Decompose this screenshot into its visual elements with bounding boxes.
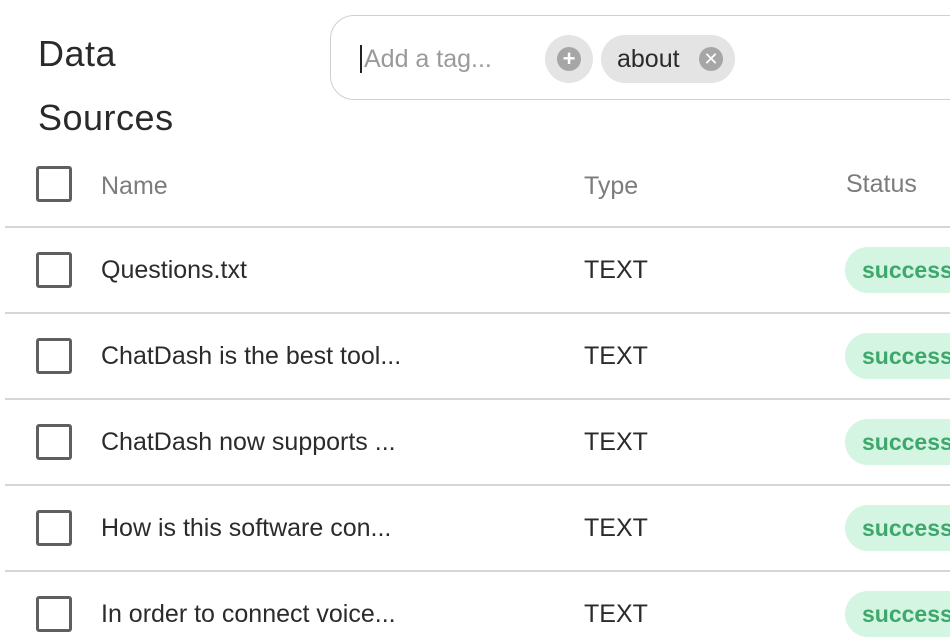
status-badge: success: [845, 247, 950, 293]
select-all-checkbox[interactable]: [36, 166, 72, 202]
page-title-line-1: Data: [38, 33, 117, 74]
table-row[interactable]: How is this software con... TEXT success: [0, 485, 950, 571]
cell-type: TEXT: [584, 256, 648, 284]
row-checkbox[interactable]: [36, 338, 72, 374]
cell-name[interactable]: How is this software con...: [101, 513, 391, 543]
table-row[interactable]: In order to connect voice... TEXT succes…: [0, 571, 950, 637]
close-circle-icon[interactable]: ✕: [699, 47, 723, 71]
status-badge: success: [845, 333, 950, 379]
cell-type: TEXT: [584, 600, 648, 628]
tag-input[interactable]: [364, 42, 534, 76]
tag-input-box[interactable]: + about ✕: [330, 15, 950, 100]
column-header-type[interactable]: Type: [584, 171, 638, 201]
add-tag-button[interactable]: +: [545, 35, 593, 83]
tag-chip: about ✕: [601, 35, 735, 83]
row-checkbox[interactable]: [36, 596, 72, 632]
status-badge: success: [845, 505, 950, 551]
status-badge-label: success: [862, 601, 950, 627]
status-badge-label: success: [862, 257, 950, 283]
status-badge: success: [845, 591, 950, 637]
status-badge-label: success: [862, 429, 950, 455]
row-checkbox[interactable]: [36, 252, 72, 288]
table-row[interactable]: ChatDash now supports ... TEXT success: [0, 399, 950, 485]
cell-name[interactable]: ChatDash now supports ...: [101, 427, 396, 457]
cell-type: TEXT: [584, 342, 648, 370]
row-checkbox[interactable]: [36, 510, 72, 546]
cell-type: TEXT: [584, 514, 648, 542]
tag-chip-label: about: [617, 45, 680, 73]
status-badge-label: success: [862, 515, 950, 541]
column-header-status[interactable]: Status: [846, 169, 917, 199]
page-title: Data Sources: [38, 22, 258, 150]
cell-name[interactable]: Questions.txt: [101, 255, 247, 285]
cell-name[interactable]: In order to connect voice...: [101, 599, 396, 629]
row-checkbox[interactable]: [36, 424, 72, 460]
status-badge-label: success: [862, 343, 950, 369]
page-title-line-2: Sources: [38, 97, 174, 138]
cell-name[interactable]: ChatDash is the best tool...: [101, 341, 401, 371]
column-header-name[interactable]: Name: [101, 171, 168, 201]
text-cursor: [360, 45, 362, 73]
plus-circle-icon: +: [557, 47, 581, 71]
table-row[interactable]: Questions.txt TEXT success: [0, 227, 950, 313]
status-badge: success: [845, 419, 950, 465]
cell-type: TEXT: [584, 428, 648, 456]
table-row[interactable]: ChatDash is the best tool... TEXT succes…: [0, 313, 950, 399]
